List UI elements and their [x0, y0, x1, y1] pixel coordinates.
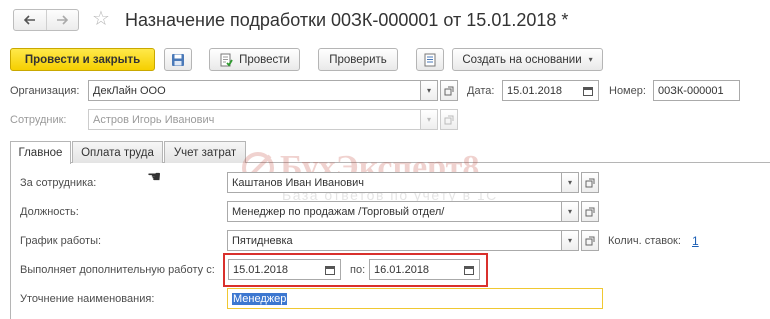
extra-to-label: по:	[350, 264, 366, 276]
calendar-button[interactable]	[579, 81, 597, 100]
organization-label: Организация:	[10, 85, 80, 97]
post-button-label: Провести	[239, 53, 290, 66]
position-dropdown-button[interactable]: ▾	[561, 201, 579, 222]
extra-work-label: Выполняет дополнительную работу с:	[20, 264, 215, 276]
employee-field: Астров Игорь Иванович	[88, 109, 421, 130]
hand-pointer-icon: ☚	[147, 169, 162, 186]
calendar-icon	[464, 265, 474, 275]
post-document-icon	[220, 53, 233, 66]
tab-panel-border	[10, 162, 11, 319]
dropdown-arrow-icon: ▾	[426, 86, 431, 95]
employee-open-button	[440, 109, 458, 130]
dropdown-arrow-icon: ▾	[567, 236, 572, 245]
tab-cost-accounting[interactable]: Учет затрат	[164, 141, 246, 163]
calendar-button[interactable]	[321, 260, 339, 279]
back-button[interactable]	[14, 10, 46, 30]
rates-link[interactable]: 1	[692, 234, 699, 248]
open-link-icon	[444, 86, 454, 95]
number-label: Номер:	[609, 85, 646, 97]
employee-dropdown-button: ▾	[420, 109, 438, 130]
calendar-button[interactable]	[460, 260, 478, 279]
extra-from-value: 15.01.2018	[233, 263, 289, 276]
open-link-icon	[444, 115, 454, 124]
for-employee-field[interactable]: Каштанов Иван Иванович	[227, 172, 562, 193]
favorite-star-icon[interactable]: ☆	[92, 8, 110, 30]
dropdown-arrow-icon: ▾	[426, 115, 431, 124]
arrow-right-icon	[57, 15, 69, 25]
schedule-open-button[interactable]	[581, 230, 599, 251]
organization-open-button[interactable]	[440, 80, 458, 101]
calendar-icon	[325, 265, 335, 275]
document-list-icon	[424, 53, 436, 66]
for-employee-open-button[interactable]	[581, 172, 599, 193]
dropdown-arrow-icon: ▾	[567, 207, 572, 216]
schedule-label: График работы:	[20, 235, 102, 247]
rates-label: Колич. ставок:	[608, 235, 681, 247]
tab-main[interactable]: Главное	[10, 141, 71, 164]
schedule-dropdown-button[interactable]: ▾	[561, 230, 579, 251]
for-employee-dropdown-button[interactable]: ▾	[561, 172, 579, 193]
history-nav	[13, 9, 79, 31]
dropdown-arrow-icon: ▾	[567, 178, 572, 187]
name-clarification-label: Уточнение наименования:	[20, 293, 155, 305]
position-field[interactable]: Менеджер по продажам /Торговый отдел/	[227, 201, 562, 222]
position-label: Должность:	[20, 206, 79, 218]
for-employee-label: За сотрудника:	[20, 177, 97, 189]
employee-label: Сотрудник:	[10, 114, 67, 126]
create-based-on-button[interactable]: Создать на основании ▾	[452, 48, 603, 71]
create-based-on-label: Создать на основании	[462, 53, 582, 66]
report-button[interactable]	[416, 48, 444, 71]
post-and-close-button[interactable]: Провести и закрыть	[10, 48, 155, 71]
floppy-disk-icon	[172, 53, 184, 66]
organization-field[interactable]: ДекЛайн ООО	[88, 80, 421, 101]
open-link-icon	[585, 178, 595, 187]
schedule-field[interactable]: Пятидневка	[227, 230, 562, 251]
tab-payment[interactable]: Оплата труда	[72, 141, 163, 163]
extra-from-field[interactable]: 15.01.2018	[228, 259, 341, 280]
number-field[interactable]: 00ЗК-000001	[653, 80, 740, 101]
date-field[interactable]: 15.01.2018	[502, 80, 599, 101]
check-button[interactable]: Проверить	[318, 48, 398, 71]
forward-button[interactable]	[45, 10, 79, 30]
extra-to-field[interactable]: 16.01.2018	[369, 259, 480, 280]
arrow-left-icon	[23, 15, 35, 25]
dropdown-arrow-icon: ▾	[588, 55, 593, 64]
calendar-icon	[583, 86, 593, 96]
position-open-button[interactable]	[581, 201, 599, 222]
post-button[interactable]: Провести	[209, 48, 300, 71]
open-link-icon	[585, 236, 595, 245]
page-title: Назначение подработки 00ЗК-000001 от 15.…	[125, 10, 569, 30]
extra-to-value: 16.01.2018	[374, 263, 430, 276]
name-clarification-value: Менеджер	[232, 292, 288, 305]
open-link-icon	[585, 207, 595, 216]
name-clarification-field[interactable]: Менеджер	[227, 288, 603, 309]
organization-dropdown-button[interactable]: ▾	[420, 80, 438, 101]
save-button[interactable]	[164, 48, 192, 71]
date-label: Дата:	[467, 85, 495, 97]
date-value: 15.01.2018	[507, 84, 563, 97]
